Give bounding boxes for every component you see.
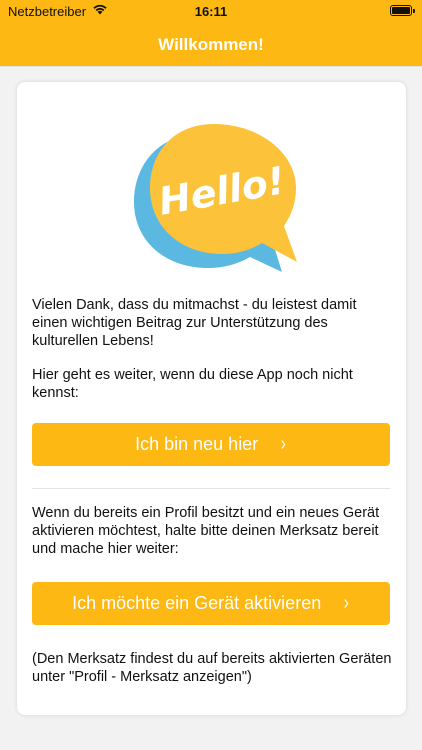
footnote-text: (Den Merksatz findest du auf bereits akt… — [32, 651, 392, 685]
new-user-button-label: Ich bin neu hier — [135, 434, 259, 454]
activate-device-button[interactable]: Ich möchte ein Gerät aktivieren › — [32, 582, 390, 625]
new-user-button[interactable]: Ich bin neu hier › — [32, 423, 390, 466]
page-title: Willkommen! — [158, 35, 264, 54]
intro-text: Vielen Dank, dass du mitmachst - du leis… — [32, 297, 357, 349]
navigation-bar: Willkommen! — [0, 24, 422, 66]
battery-icon — [390, 5, 415, 16]
status-bar: Netzbetreiber 16:11 — [0, 0, 422, 24]
chevron-right-icon: › — [343, 592, 350, 614]
hello-speech-bubble-icon: Hello! — [122, 122, 302, 287]
clock: 16:11 — [194, 4, 228, 19]
chevron-right-icon: › — [280, 433, 287, 455]
existing-profile-hint: Wenn du bereits ein Profil besitzt und e… — [32, 505, 380, 557]
divider — [32, 488, 390, 489]
new-user-hint: Hier geht es weiter, wenn du diese App n… — [32, 367, 353, 401]
welcome-card: Hello! Vielen Dank, dass du mitmachst - … — [17, 82, 406, 715]
activate-device-button-label: Ich möchte ein Gerät aktivieren — [72, 593, 322, 613]
